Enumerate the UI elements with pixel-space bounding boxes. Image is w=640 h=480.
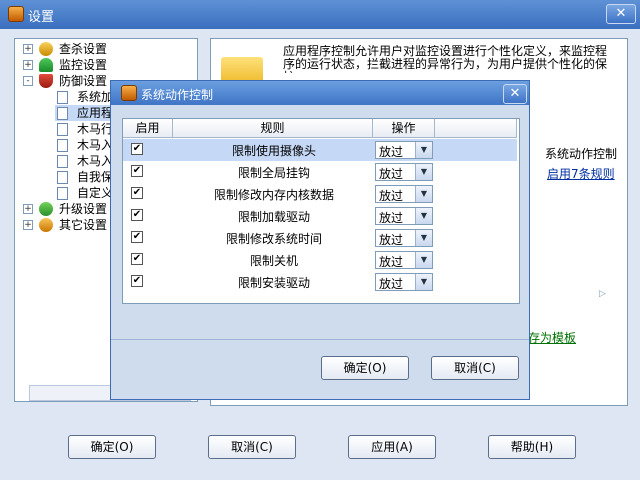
rule-label: 限制修改内存内核数据: [213, 188, 334, 202]
table-row[interactable]: ✔ 限制修改内存内核数据 放过 ▼: [123, 183, 517, 205]
action-value: 放过: [379, 189, 404, 203]
page-icon: [57, 155, 68, 168]
action-select[interactable]: 放过 ▼: [375, 229, 433, 247]
save-as-template-link[interactable]: 存为模板: [528, 329, 608, 346]
table-row[interactable]: ✔ 限制修改系统时间 放过 ▼: [123, 227, 517, 249]
apply-button[interactable]: 应用(A): [348, 435, 436, 459]
window-close-button[interactable]: ✕: [606, 4, 636, 24]
table-row[interactable]: ✔ 限制加载驱动 放过 ▼: [123, 205, 517, 227]
cancel-button[interactable]: 取消(C): [208, 435, 296, 459]
expand-icon[interactable]: +: [23, 220, 33, 230]
enable-checkbox[interactable]: ✔: [131, 209, 143, 221]
tree-item-label: 木马入: [77, 138, 114, 152]
table-row[interactable]: ✔ 限制使用摄像头 放过 ▼: [123, 139, 517, 161]
action-value: 放过: [379, 277, 404, 291]
enable-checkbox[interactable]: ✔: [131, 187, 143, 199]
action-value: 放过: [379, 145, 404, 159]
tree-item-label: 木马行: [77, 122, 114, 136]
expand-icon[interactable]: +: [23, 204, 33, 214]
chevron-down-icon[interactable]: ▼: [415, 274, 432, 290]
expand-icon[interactable]: +: [23, 44, 33, 54]
action-value: 放过: [379, 167, 404, 181]
table-row[interactable]: ✔ 限制全局挂钩 放过 ▼: [123, 161, 517, 183]
header-enable[interactable]: 启用: [123, 119, 173, 138]
column-header-action-control: 系统动作控制: [545, 147, 618, 161]
enable-checkbox[interactable]: ✔: [131, 143, 143, 155]
rule-label: 限制修改系统时间: [225, 232, 322, 246]
page-icon: [57, 171, 68, 184]
action-select[interactable]: 放过 ▼: [375, 141, 433, 159]
shield-icon: [39, 74, 53, 88]
rule-label: 限制关机: [249, 254, 298, 268]
action-select[interactable]: 放过 ▼: [375, 163, 433, 181]
table-row[interactable]: ✔ 限制安装驱动 放过 ▼: [123, 271, 517, 293]
scroll-right-icon[interactable]: ▷: [599, 289, 606, 299]
dialog-title: 系统动作控制: [141, 88, 214, 102]
gear-icon: [39, 218, 53, 232]
tree-item-label: 防御设置: [59, 74, 108, 88]
rule-count-link[interactable]: 启用7条规则: [547, 165, 627, 182]
enable-checkbox[interactable]: ✔: [131, 165, 143, 177]
chevron-down-icon[interactable]: ▼: [415, 164, 432, 180]
chevron-down-icon[interactable]: ▼: [415, 186, 432, 202]
app-icon: [121, 85, 137, 101]
rule-label: 限制加载驱动: [237, 210, 310, 224]
header-spacer: [435, 119, 517, 138]
title-bar: 设置 ✕: [0, 0, 640, 29]
page-icon: [57, 107, 68, 120]
header-action[interactable]: 操作: [373, 119, 435, 138]
help-button[interactable]: 帮助(H): [488, 435, 576, 459]
action-select[interactable]: 放过 ▼: [375, 273, 433, 291]
action-value: 放过: [379, 233, 404, 247]
action-value: 放过: [379, 211, 404, 225]
dialog-cancel-button[interactable]: 取消(C): [431, 356, 519, 380]
divider: [111, 339, 529, 340]
dialog-title-bar: 系统动作控制 ✕: [111, 81, 529, 105]
rule-label: 限制使用摄像头: [231, 144, 316, 158]
table-row[interactable]: ✔ 限制关机 放过 ▼: [123, 249, 517, 271]
chevron-down-icon[interactable]: ▼: [415, 230, 432, 246]
tree-item-label: 木马入: [77, 154, 114, 168]
rules-table: 启用 规则 操作 ✔ 限制使用摄像头 放过 ▼ ✔ 限制全局挂钩 放过 ▼ ✔ 限制…: [122, 118, 520, 304]
chevron-down-icon[interactable]: ▼: [415, 252, 432, 268]
collapse-icon[interactable]: -: [23, 76, 33, 86]
enable-checkbox[interactable]: ✔: [131, 231, 143, 243]
description-text: 应用程序控制允许用户对监控设置进行个性化定义，来监控程序的运行状态，拦截进程的异…: [283, 45, 608, 73]
tree-item-label: 升级设置: [59, 202, 108, 216]
window-title: 设置: [28, 10, 55, 25]
page-icon: [57, 187, 68, 200]
enable-checkbox[interactable]: ✔: [131, 253, 143, 265]
dialog-ok-button[interactable]: 确定(O): [321, 356, 409, 380]
chevron-down-icon[interactable]: ▼: [415, 208, 432, 224]
tree-item-label: 自定义: [77, 186, 114, 200]
enable-checkbox[interactable]: ✔: [131, 275, 143, 287]
action-value: 放过: [379, 255, 404, 269]
tree-item-label: 查杀设置: [59, 42, 108, 56]
umbrella-icon: [39, 58, 53, 72]
action-select[interactable]: 放过 ▼: [375, 207, 433, 225]
chevron-down-icon[interactable]: ▼: [415, 142, 432, 158]
app-icon: [8, 6, 24, 22]
rule-label: 限制安装驱动: [237, 276, 310, 290]
action-control-dialog: 系统动作控制 ✕ 启用 规则 操作 ✔ 限制使用摄像头 放过 ▼ ✔ 限制全局挂钩…: [110, 80, 530, 400]
scan-icon: [39, 42, 53, 56]
tree-item-label: 监控设置: [59, 58, 108, 72]
update-icon: [39, 202, 53, 216]
expand-icon[interactable]: +: [23, 60, 33, 70]
header-rule[interactable]: 规则: [173, 119, 373, 138]
action-select[interactable]: 放过 ▼: [375, 185, 433, 203]
tree-item-label: 系统加: [77, 90, 114, 104]
rule-label: 限制全局挂钩: [237, 166, 310, 180]
ok-button[interactable]: 确定(O): [68, 435, 156, 459]
action-select[interactable]: 放过 ▼: [375, 251, 433, 269]
tree-item-label: 自我保: [77, 170, 114, 184]
tree-item-label: 应用程: [77, 106, 114, 120]
page-icon: [57, 139, 68, 152]
page-icon: [57, 91, 68, 104]
tree-item-label: 其它设置: [59, 218, 108, 232]
page-icon: [57, 123, 68, 136]
dialog-close-button[interactable]: ✕: [503, 84, 527, 104]
